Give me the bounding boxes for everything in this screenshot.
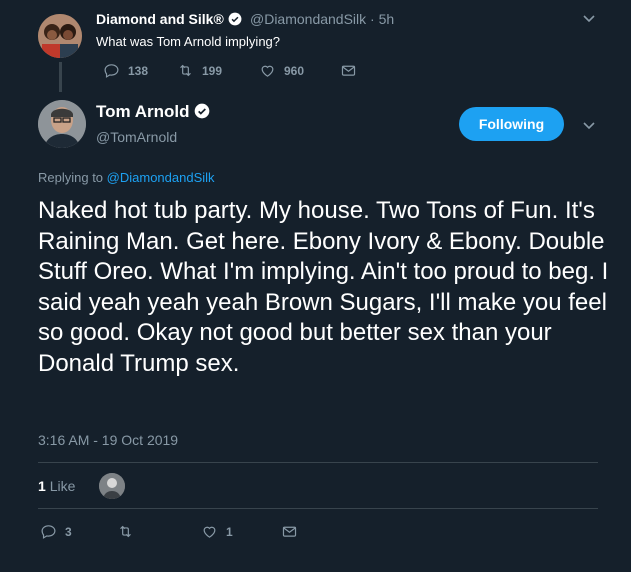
reply-icon <box>41 525 56 539</box>
like-icon <box>203 526 216 538</box>
parent-message-button[interactable] <box>340 62 357 79</box>
parent-retweet-button[interactable]: 199 <box>177 62 222 79</box>
parent-tweet-text: What was Tom Arnold implying? <box>96 34 281 49</box>
like-icon <box>261 65 274 77</box>
like-button[interactable]: 1 <box>201 523 233 540</box>
main-tweet-text: Naked hot tub party. My house. Two Tons … <box>38 197 609 377</box>
main-handle[interactable]: @TomArnold <box>96 129 177 145</box>
verified-icon <box>194 103 210 119</box>
like-count-number: 1 <box>38 478 46 494</box>
replying-to-mention[interactable]: @DiamondandSilk <box>107 170 215 185</box>
parent-reply-button[interactable]: 138 <box>103 62 148 79</box>
chevron-down-icon[interactable] <box>581 117 597 138</box>
chevron-down-icon[interactable] <box>581 10 597 31</box>
divider <box>38 462 598 463</box>
parent-reply-count: 138 <box>128 63 149 78</box>
replying-to-line: Replying to @DiamondandSilk <box>38 170 215 185</box>
message-icon <box>282 526 297 537</box>
like-count: 1 <box>226 524 233 539</box>
parent-display-name[interactable]: Diamond and Silk® <box>96 11 242 27</box>
like-count-label: Like <box>49 478 76 494</box>
parent-avatar[interactable] <box>38 14 82 58</box>
replying-prefix: Replying to <box>38 170 104 185</box>
parent-like-count: 960 <box>284 63 305 78</box>
parent-display-name-text: Diamond and Silk® <box>96 11 224 27</box>
reply-count: 3 <box>65 524 72 539</box>
parent-retweet-count: 199 <box>202 63 223 78</box>
message-icon <box>341 65 356 76</box>
main-display-name[interactable]: Tom Arnold <box>96 102 210 122</box>
verified-icon <box>228 12 242 26</box>
following-button[interactable]: Following <box>459 107 564 141</box>
separator-dot: · <box>370 11 375 27</box>
retweet-icon <box>180 64 191 77</box>
parent-handle-line[interactable]: @DiamondandSilk · 5h <box>250 11 394 27</box>
thread-line <box>59 62 62 92</box>
parent-handle: @DiamondandSilk <box>250 11 367 27</box>
tweet-timestamp[interactable]: 3:16 AM - 19 Oct 2019 <box>38 432 178 448</box>
likes-summary[interactable]: 1 Like <box>38 478 75 494</box>
reply-icon <box>104 64 119 78</box>
main-display-name-text: Tom Arnold <box>96 102 190 121</box>
parent-like-button[interactable]: 960 <box>259 62 304 79</box>
main-avatar[interactable] <box>38 100 86 148</box>
retweet-button[interactable] <box>117 523 134 540</box>
divider <box>38 508 598 509</box>
liker-avatar[interactable] <box>99 473 125 499</box>
message-button[interactable] <box>281 523 298 540</box>
parent-time: 5h <box>378 11 395 27</box>
reply-button[interactable]: 3 <box>40 523 72 540</box>
retweet-icon <box>120 525 131 538</box>
